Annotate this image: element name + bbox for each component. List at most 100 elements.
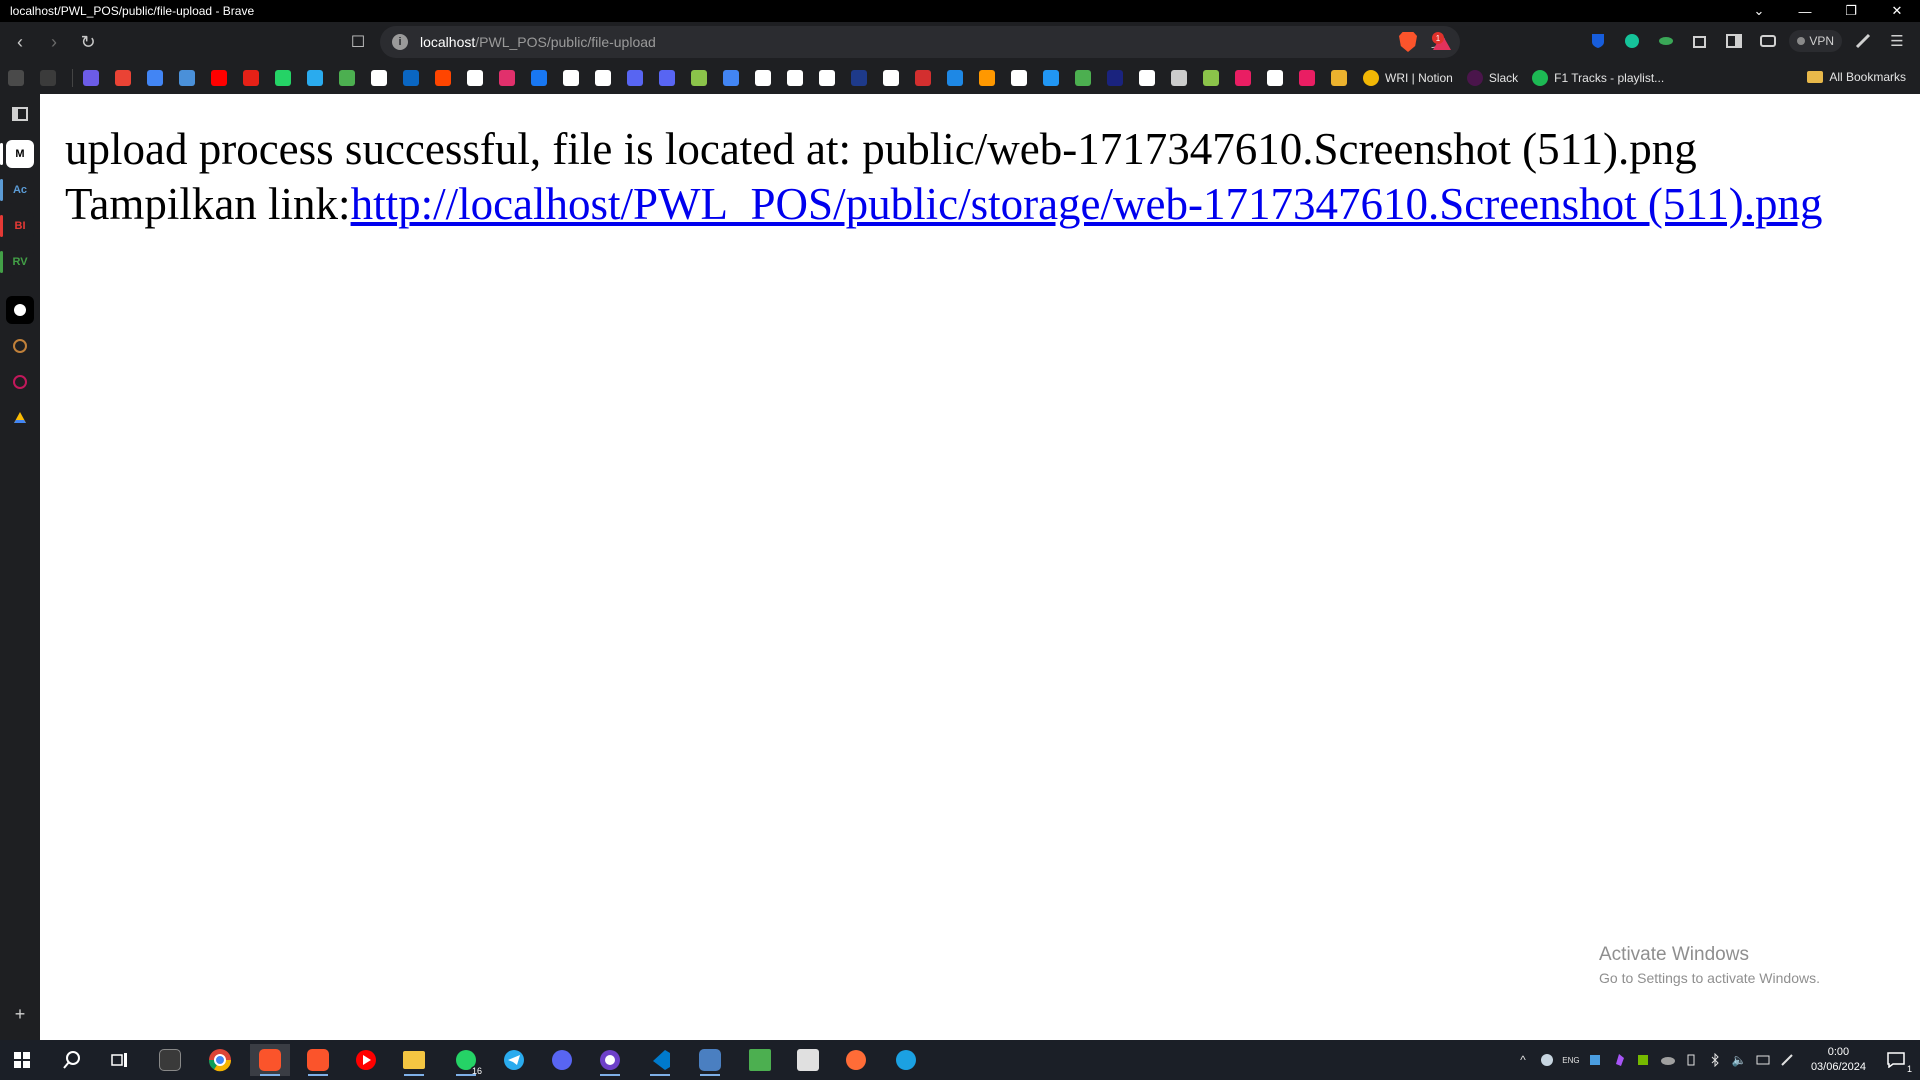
bookmark-favicon-icon[interactable] (691, 70, 707, 86)
bookmark-favicon-icon[interactable] (627, 70, 643, 86)
bluetooth-tray-icon[interactable] (1705, 1050, 1725, 1070)
dropbox-tray-icon[interactable] (1585, 1050, 1605, 1070)
bookmark-favicon-icon[interactable] (1011, 70, 1027, 86)
brave-shields-icon[interactable] (1396, 30, 1420, 54)
search-icon[interactable] (52, 1044, 92, 1076)
bookmark-favicon-icon[interactable] (467, 70, 483, 86)
obsidian-tray-icon[interactable] (1609, 1050, 1629, 1070)
sidebar-item[interactable]: M (6, 140, 34, 168)
whatsapp-app-icon[interactable]: 16 (446, 1044, 486, 1076)
bookmark-favicon-icon[interactable] (659, 70, 675, 86)
github-desktop-app-icon[interactable] (590, 1044, 630, 1076)
close-button[interactable]: ✕ (1874, 0, 1920, 22)
remote-desktop-app-icon[interactable] (690, 1044, 730, 1076)
bookmark-favicon-icon[interactable] (371, 70, 387, 86)
sidebar-extension-icon[interactable] (6, 332, 34, 360)
bookmark-favicon-icon[interactable] (115, 70, 131, 86)
sidebar-music-icon[interactable] (6, 368, 34, 396)
bookmark-favicon-icon[interactable] (723, 70, 739, 86)
vscode-app-icon[interactable] (640, 1044, 680, 1076)
bookmark-favicon-icon[interactable] (1267, 70, 1283, 86)
bookmark-favicon-icon[interactable] (531, 70, 547, 86)
back-button[interactable]: ‹ (6, 28, 34, 56)
bookmark-favicon-icon[interactable] (403, 70, 419, 86)
address-bar[interactable]: i localhost /PWL_POS/public/file-upload … (380, 26, 1460, 58)
steam-tray-icon[interactable] (1537, 1050, 1557, 1070)
nvidia-tray-icon[interactable] (1633, 1050, 1653, 1070)
language-indicator[interactable]: ENG (1561, 1050, 1581, 1070)
task-view-icon[interactable] (100, 1044, 140, 1076)
network-icon[interactable] (1753, 1050, 1773, 1070)
bookmark-favicon-icon[interactable] (1171, 70, 1187, 86)
bookmark-favicon-icon[interactable] (1235, 70, 1251, 86)
brave-rewards-icon[interactable]: 1 (1430, 30, 1454, 54)
telegram-app-icon[interactable] (494, 1044, 534, 1076)
brave-app-icon[interactable] (298, 1044, 338, 1076)
bookmark-favicon-icon[interactable] (243, 70, 259, 86)
extensions-puzzle-icon[interactable] (1687, 28, 1713, 54)
bookmark-favicon-icon[interactable] (435, 70, 451, 86)
onedrive-tray-icon[interactable] (1657, 1050, 1677, 1070)
bookmark-item[interactable]: WRI | Notion (1363, 70, 1453, 86)
bookmark-favicon-icon[interactable] (179, 70, 195, 86)
start-button[interactable] (2, 1044, 42, 1076)
postman-app-icon[interactable] (836, 1044, 876, 1076)
bitwarden-icon[interactable] (1585, 28, 1611, 54)
discord-app-icon[interactable] (542, 1044, 582, 1076)
edge-app-icon[interactable] (886, 1044, 926, 1076)
file-explorer-app-icon[interactable] (394, 1044, 434, 1076)
bookmark-item[interactable]: F1 Tracks - playlist... (1532, 70, 1664, 86)
sidebar-panel-toggle-icon[interactable] (6, 100, 34, 128)
bookmark-favicon-icon[interactable] (915, 70, 931, 86)
all-bookmarks-button[interactable]: All Bookmarks (1807, 70, 1906, 84)
bookmark-favicon-icon[interactable] (1107, 70, 1123, 86)
leo-ai-icon[interactable] (1850, 28, 1876, 54)
bookmark-favicon-icon[interactable] (947, 70, 963, 86)
extension-leaf-icon[interactable] (1653, 28, 1679, 54)
bookmark-favicon-icon[interactable] (1203, 70, 1219, 86)
sidebar-google-drive-icon[interactable] (6, 404, 34, 432)
reload-button[interactable]: ↻ (74, 28, 102, 56)
system-clock[interactable]: 0:00 03/06/2024 (1811, 1045, 1866, 1075)
bookmark-favicon-icon[interactable] (83, 70, 99, 86)
bookmark-favicon-icon[interactable] (499, 70, 515, 86)
bookmark-favicon-icon[interactable] (275, 70, 291, 86)
bookmark-favicon-icon[interactable] (147, 70, 163, 86)
minecraft-app-icon[interactable] (740, 1044, 780, 1076)
bookmark-favicon-icon[interactable] (563, 70, 579, 86)
bookmark-favicon-icon[interactable] (211, 70, 227, 86)
volume-icon[interactable]: 🔈 (1729, 1050, 1749, 1070)
bookmark-favicon-icon[interactable] (8, 70, 24, 86)
bookmark-favicon-icon[interactable] (883, 70, 899, 86)
bookmark-favicon-icon[interactable] (819, 70, 835, 86)
restore-button[interactable]: ❐ (1828, 0, 1874, 22)
site-info-icon[interactable]: i (392, 34, 408, 50)
sidebar-toggle-icon[interactable] (1721, 28, 1747, 54)
bookmark-this-tab-icon[interactable]: ☐ (344, 28, 372, 56)
sidebar-item[interactable]: Ac (6, 176, 34, 204)
bookmark-favicon-icon[interactable] (787, 70, 803, 86)
bookmark-favicon-icon[interactable] (979, 70, 995, 86)
bookmark-favicon-icon[interactable] (755, 70, 771, 86)
bookmark-item[interactable]: Slack (1466, 70, 1518, 86)
notification-center-icon[interactable]: 1 (1884, 1048, 1912, 1074)
chrome-app-icon[interactable] (200, 1044, 240, 1076)
youtube-music-app-icon[interactable] (346, 1044, 386, 1076)
pen-tray-icon[interactable] (1777, 1050, 1797, 1070)
wallet-icon[interactable] (1755, 28, 1781, 54)
bookmark-favicon-icon[interactable] (851, 70, 867, 86)
forward-button[interactable]: › (40, 28, 68, 56)
bookmark-favicon-icon[interactable] (1331, 70, 1347, 86)
bookmark-favicon-icon[interactable] (595, 70, 611, 86)
sidebar-add-icon[interactable]: + (6, 1000, 34, 1028)
sidebar-chatgpt-icon[interactable] (6, 296, 34, 324)
bookmark-favicon-icon[interactable] (1043, 70, 1059, 86)
vpn-button[interactable]: VPN (1789, 30, 1842, 52)
sidebar-item[interactable]: BI (6, 212, 34, 240)
grammarly-icon[interactable] (1619, 28, 1645, 54)
tab-search-icon[interactable]: ⌄ (1736, 0, 1782, 22)
file-link[interactable]: http://localhost/PWL_POS/public/storage/… (351, 179, 1823, 229)
usb-tray-icon[interactable] (1681, 1050, 1701, 1070)
bookmark-favicon-icon[interactable] (40, 70, 56, 86)
sidebar-item[interactable]: RV (6, 248, 34, 276)
